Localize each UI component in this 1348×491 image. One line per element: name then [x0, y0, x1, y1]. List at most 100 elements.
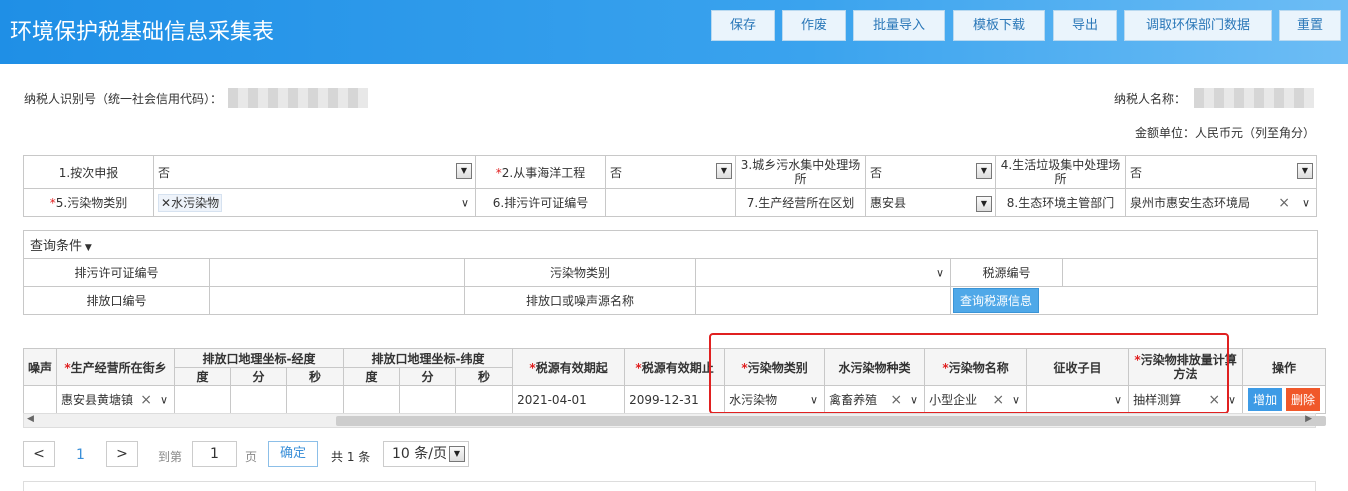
next-page-button[interactable]: > [106, 441, 138, 467]
by-time-select[interactable]: 否 ▼ [153, 155, 476, 189]
query-outlet-input[interactable] [209, 286, 465, 315]
col-lon-deg: 度 [174, 367, 231, 386]
table-row: 惠安县黄塘镇 × ∨ 2021-04-01 2099-12-31 水污染物 ∨ 禽畜养… [23, 385, 1327, 414]
street-value: 惠安县黄塘镇 [61, 393, 134, 407]
col-pollutant-type: *污染物类别 [724, 348, 826, 386]
col-latitude: 排放口地理坐标-纬度 [343, 348, 514, 368]
template-download-button[interactable]: 模板下载 [953, 10, 1045, 41]
scrollbar-thumb[interactable] [336, 416, 1326, 426]
lat-min-input[interactable] [399, 385, 457, 414]
goto-label: 到第 [158, 450, 183, 464]
scroll-left-icon[interactable]: ◀ [27, 414, 34, 424]
col-start-text: 税源有效期起 [535, 360, 608, 375]
save-button[interactable]: 保存 [711, 10, 775, 41]
dropdown-arrow-icon[interactable]: ▼ [456, 163, 472, 179]
lat-sec-input[interactable] [455, 385, 514, 414]
water-kind-select[interactable]: 禽畜养殖 × ∨ [824, 385, 926, 414]
chevron-down-icon[interactable]: ∨ [1302, 196, 1310, 209]
field-label-sewage: 3.城乡污水集中处理场所 [735, 155, 866, 189]
reset-button[interactable]: 重置 [1279, 10, 1341, 41]
field-label-by-time: 1.按次申报 [23, 155, 154, 189]
pollutant-name-select[interactable]: 小型企业 × ∨ [924, 385, 1028, 414]
clear-icon[interactable]: × [1208, 392, 1220, 408]
clear-icon[interactable]: × [140, 392, 152, 408]
col-longitude: 排放口地理坐标-经度 [173, 348, 345, 368]
dropdown-arrow-icon[interactable]: ▼ [449, 446, 465, 462]
col-end-date: *税源有效期止 [624, 348, 726, 386]
col-end-text: 税源有效期止 [641, 360, 714, 375]
goto-page-input[interactable]: 1 [192, 441, 237, 467]
void-button[interactable]: 作废 [782, 10, 846, 41]
total-count: 共 1 条 [331, 450, 371, 464]
dropdown-arrow-icon[interactable]: ▼ [716, 163, 732, 179]
page-size-select[interactable]: 10 条/页 ▼ [383, 441, 469, 467]
collection-item-select[interactable]: ∨ [1026, 385, 1130, 414]
region-select[interactable]: 惠安县 ▼ [865, 188, 996, 217]
query-outlet-name-input[interactable] [695, 286, 951, 315]
cell-noise[interactable] [23, 385, 57, 414]
field-label-marine: *2.从事海洋工程 [475, 155, 606, 189]
horizontal-scrollbar[interactable]: ◀ ▶ [23, 413, 1326, 428]
marine-label-text: 2.从事海洋工程 [501, 165, 586, 180]
lon-sec-input[interactable] [285, 385, 345, 414]
sewage-value: 否 [870, 165, 883, 180]
lon-deg-input[interactable] [174, 385, 231, 414]
current-page[interactable]: 1 [76, 447, 85, 463]
lon-min-input[interactable] [230, 385, 287, 414]
garbage-select[interactable]: 否 ▼ [1125, 155, 1317, 189]
field-label-permit-no: 6.排污许可证编号 [475, 188, 606, 217]
clear-icon[interactable]: × [890, 392, 902, 408]
col-lon-sec: 秒 [285, 367, 345, 386]
env-dept-select[interactable]: 泉州市惠安生态环境局 × ∨ [1125, 188, 1317, 217]
street-select[interactable]: 惠安县黄塘镇 × ∨ [56, 385, 175, 414]
chevron-down-icon[interactable]: ∨ [461, 196, 469, 209]
query-permit-input[interactable] [209, 258, 465, 287]
dropdown-arrow-icon[interactable]: ▼ [1297, 163, 1313, 179]
chevron-down-icon[interactable]: ∨ [160, 393, 168, 406]
search-tax-source-button[interactable]: 查询税源信息 [953, 288, 1040, 313]
permit-no-input[interactable] [605, 188, 736, 217]
clear-icon[interactable]: × [992, 392, 1004, 408]
add-row-button[interactable]: 增加 [1248, 388, 1283, 411]
fetch-env-data-button[interactable]: 调取环保部门数据 [1124, 10, 1272, 41]
delete-row-button[interactable]: 删除 [1285, 388, 1320, 411]
bottom-panel-edge [23, 481, 1316, 491]
query-button-cell: 查询税源信息 [950, 286, 1318, 315]
col-lat-deg: 度 [343, 367, 401, 386]
query-conditions: 查询条件 ▼ 排污许可证编号 污染物类别 ∨ 税源编号 排放口编号 排放口或噪声… [23, 230, 1318, 315]
scroll-right-icon[interactable]: ▶ [1305, 414, 1312, 424]
start-date-input[interactable]: 2021-04-01 [512, 385, 626, 414]
col-calc-method: *污染物排放量计算方法 [1128, 348, 1244, 386]
confirm-page-button[interactable]: 确定 [268, 441, 318, 467]
end-date-input[interactable]: 2099-12-31 [624, 385, 726, 414]
batch-import-button[interactable]: 批量导入 [853, 10, 945, 41]
col-ptype-text: 污染物类别 [747, 360, 808, 375]
chevron-down-icon[interactable]: ∨ [810, 393, 818, 406]
chevron-down-icon[interactable]: ∨ [1012, 393, 1020, 406]
col-street-text: 生产经营所在街乡 [70, 360, 167, 375]
calc-method-select[interactable]: 抽样测算 × ∨ [1128, 385, 1244, 414]
dropdown-arrow-icon[interactable]: ▼ [976, 196, 992, 212]
col-lon-min: 分 [230, 367, 287, 386]
query-toggle[interactable]: 查询条件 ▼ [23, 230, 1318, 259]
taxpayer-name-label: 纳税人名称： [1114, 92, 1187, 106]
pollutant-type-select[interactable]: ✕水污染物 ∨ [153, 188, 476, 217]
query-tax-source-input[interactable] [1062, 258, 1318, 287]
dropdown-arrow-icon[interactable]: ▼ [976, 163, 992, 179]
chevron-down-icon[interactable]: ∨ [1228, 393, 1236, 406]
lat-deg-input[interactable] [343, 385, 401, 414]
basic-info-form: 1.按次申报 否 ▼ *2.从事海洋工程 否 ▼ 3.城乡污水集中处理场所 否 ▼ 4… [23, 155, 1317, 217]
marine-select[interactable]: 否 ▼ [605, 155, 736, 189]
prev-page-button[interactable]: < [23, 441, 55, 467]
query-pollutant-type-select[interactable]: ∨ [695, 258, 951, 287]
col-method-text: 污染物排放量计算方法 [1140, 353, 1237, 381]
chevron-down-icon[interactable]: ∨ [936, 266, 944, 279]
export-button[interactable]: 导出 [1053, 10, 1117, 41]
chevron-down-icon[interactable]: ∨ [910, 393, 918, 406]
pollutant-type-cell-select[interactable]: 水污染物 ∨ [724, 385, 826, 414]
clear-icon[interactable]: × [1278, 195, 1290, 211]
pollutant-type-tag[interactable]: ✕水污染物 [158, 194, 223, 212]
chevron-down-icon[interactable]: ∨ [1114, 393, 1122, 406]
col-collection-item: 征收子目 [1026, 348, 1130, 386]
sewage-select[interactable]: 否 ▼ [865, 155, 996, 189]
